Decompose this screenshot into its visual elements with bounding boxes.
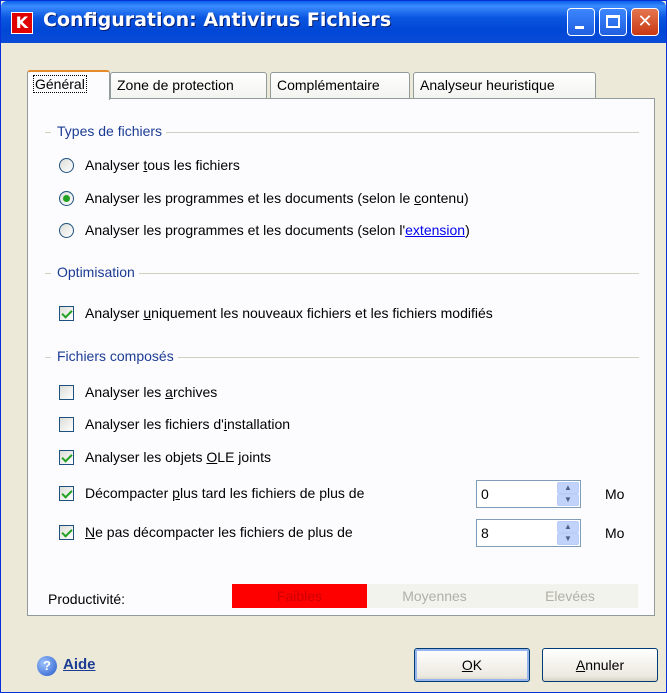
checkbox-ole-objects[interactable]	[59, 450, 74, 465]
window-title: Configuration: Antivirus Fichiers	[43, 9, 392, 31]
tab-complementaire[interactable]: Complémentaire	[270, 72, 410, 98]
title-bar[interactable]: K Configuration: Antivirus Fichiers ✕	[1, 1, 666, 43]
radio-analyze-by-extension[interactable]	[59, 223, 74, 238]
tab-general[interactable]: Général	[27, 70, 110, 100]
checkbox-new-modified-only[interactable]	[59, 306, 74, 321]
spin-buttons[interactable]: ▲ ▼	[557, 521, 579, 545]
checkbox-archives[interactable]	[59, 385, 74, 400]
tab-zone-de-protection[interactable]: Zone de protection	[110, 72, 267, 98]
maximize-icon	[606, 15, 620, 28]
help-icon[interactable]: ?	[37, 656, 57, 676]
close-icon: ✕	[637, 11, 653, 32]
radio-label-analyze-by-extension[interactable]: Analyser les programmes et les documents…	[85, 222, 470, 238]
checkbox-unpack-later[interactable]	[59, 486, 74, 501]
cancel-button[interactable]: Annuler	[542, 648, 658, 682]
group-title-types: Types de fichiers	[51, 123, 167, 139]
unit-label: Mo	[605, 525, 625, 541]
tab-label: Général	[33, 75, 87, 93]
checkbox-label-ole-objects[interactable]: Analyser les objets OLE joints	[85, 449, 271, 465]
do-not-unpack-size-input[interactable]: 8 ▲ ▼	[476, 519, 581, 547]
tab-label: Complémentaire	[277, 77, 380, 93]
ok-button[interactable]: OK	[414, 648, 530, 682]
spin-up-icon[interactable]: ▲	[557, 482, 579, 494]
productivity-label: Productivité:	[48, 591, 126, 607]
checkbox-installation-files[interactable]	[59, 417, 74, 432]
tab-label: Analyseur heuristique	[420, 77, 555, 93]
kaspersky-icon: K	[11, 12, 33, 34]
group-title-optimisation: Optimisation	[51, 264, 139, 280]
checkbox-label-do-not-unpack[interactable]: Ne pas décompacter les fichiers de plus …	[85, 524, 353, 540]
do-not-unpack-size-value: 8	[481, 525, 489, 541]
unpack-later-size-input[interactable]: 0 ▲ ▼	[476, 480, 581, 508]
spin-buttons[interactable]: ▲ ▼	[557, 482, 579, 506]
tab-label: Zone de protection	[117, 77, 234, 93]
radio-label-analyze-all[interactable]: Analyser tous les fichiers	[85, 157, 240, 173]
minimize-button[interactable]	[567, 8, 595, 36]
maximize-button[interactable]	[599, 8, 627, 36]
radio-label-analyze-by-content[interactable]: Analyser les programmes et les documents…	[85, 190, 469, 206]
checkbox-do-not-unpack[interactable]	[59, 525, 74, 540]
productivity-level-high[interactable]: Elevées	[502, 584, 638, 608]
radio-analyze-all[interactable]	[59, 158, 74, 173]
checkbox-label-archives[interactable]: Analyser les archives	[85, 384, 217, 400]
help-link[interactable]: Aide	[63, 656, 96, 673]
spin-down-icon[interactable]: ▼	[557, 533, 579, 545]
extension-link[interactable]: extension	[405, 222, 465, 238]
settings-window: K Configuration: Antivirus Fichiers ✕ Gé…	[0, 0, 667, 693]
productivity-level-low[interactable]: Faibles	[232, 584, 367, 608]
spin-up-icon[interactable]: ▲	[557, 521, 579, 533]
unit-label: Mo	[605, 486, 625, 502]
checkbox-label-unpack-later[interactable]: Décompacter plus tard les fichiers de pl…	[85, 485, 364, 501]
group-title-composes: Fichiers composés	[51, 348, 178, 364]
minimize-icon	[575, 26, 584, 29]
productivity-level-medium[interactable]: Moyennes	[367, 584, 502, 608]
radio-analyze-by-content[interactable]	[59, 191, 74, 206]
close-button[interactable]: ✕	[631, 8, 659, 36]
checkbox-label-installation-files[interactable]: Analyser les fichiers d'installation	[85, 416, 290, 432]
checkbox-label-new-modified-only[interactable]: Analyser uniquement les nouveaux fichier…	[85, 305, 493, 321]
spin-down-icon[interactable]: ▼	[557, 494, 579, 506]
tab-analyseur-heuristique[interactable]: Analyseur heuristique	[413, 72, 596, 98]
unpack-later-size-value: 0	[481, 486, 489, 502]
